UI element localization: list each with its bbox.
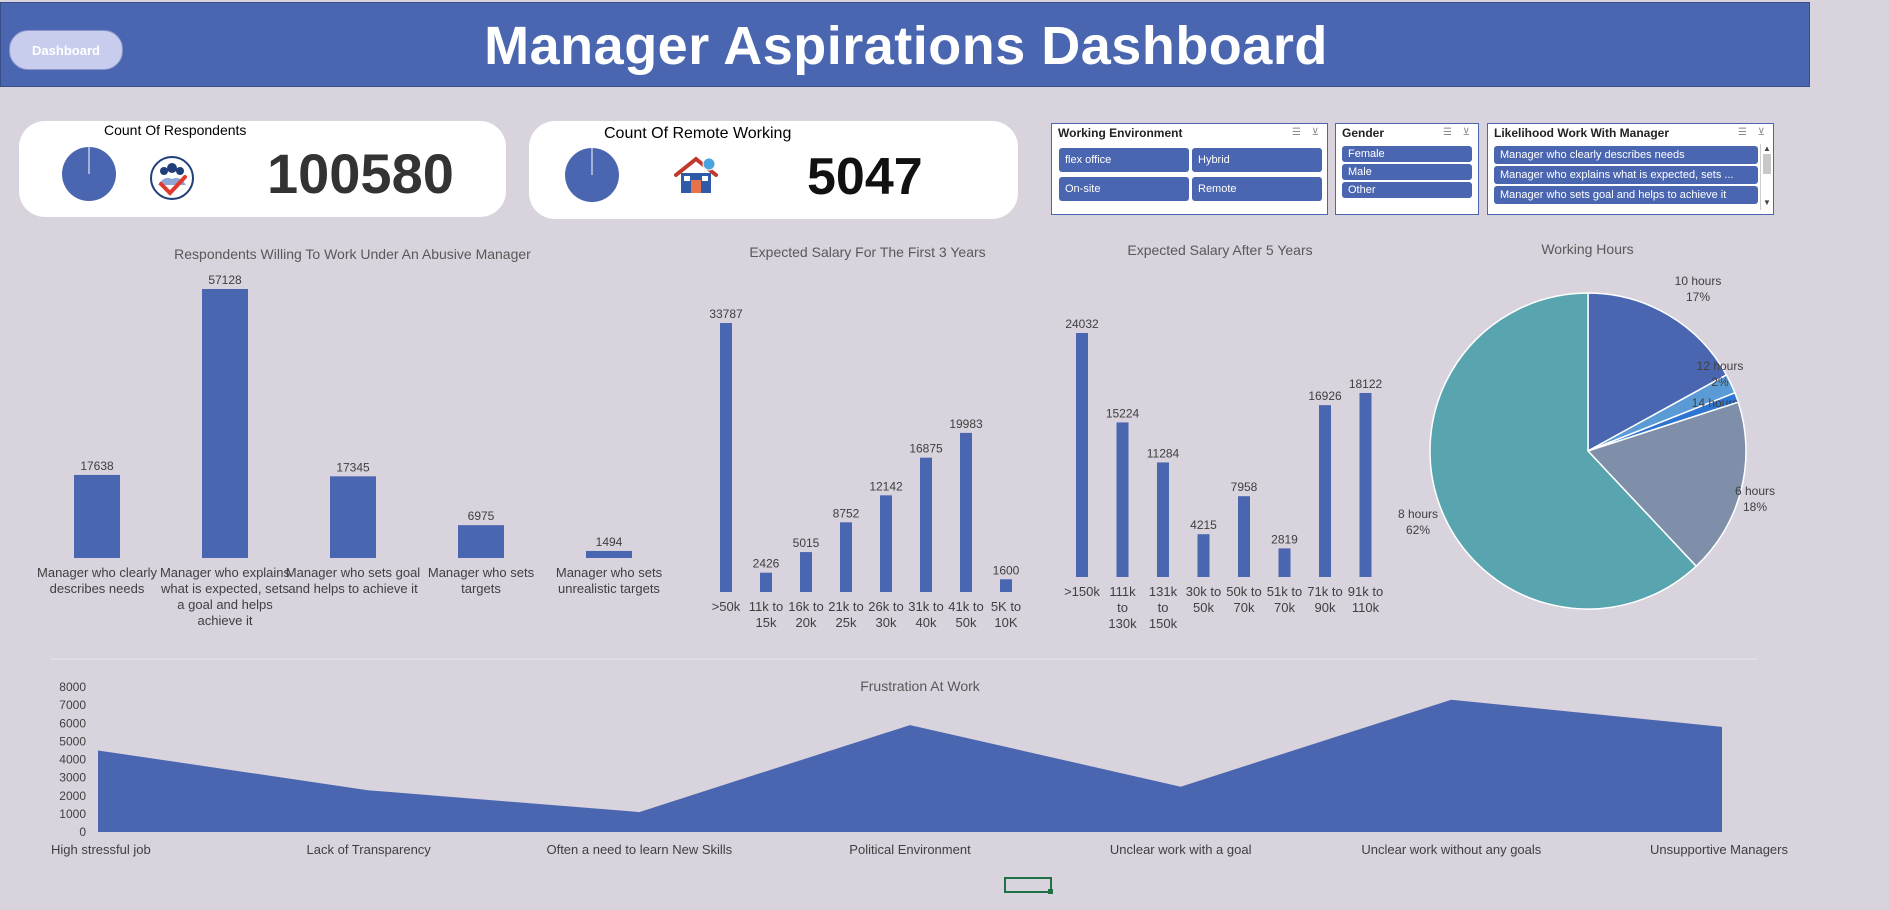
bar	[920, 457, 932, 592]
data-label: 2426	[753, 557, 780, 571]
category-label: 50k to 70k	[1226, 584, 1261, 615]
data-label: 17345	[336, 460, 370, 474]
bar-chart-salary-3-years: 33787 >50k 2426 11k to 15k 5015 16k to 20k 8752 2…	[709, 307, 1021, 630]
category-label: 16k to 20k	[788, 599, 823, 630]
category-label: 31k to 40k	[908, 599, 943, 630]
category-label: 26k to 30k	[868, 599, 903, 630]
data-label: 5015	[793, 536, 820, 550]
category-label: >50k	[712, 599, 741, 614]
category-label: 21k to 25k	[828, 599, 863, 630]
bar	[1000, 579, 1012, 592]
excel-selected-cell[interactable]	[1004, 877, 1052, 893]
x-category-label: High stressful job	[51, 842, 151, 857]
data-label: 15224	[1106, 406, 1140, 420]
data-label: 16875	[909, 442, 943, 456]
bar	[586, 550, 632, 558]
y-tick-label: 0	[79, 825, 86, 839]
category-label: Manager who explains what is expected, se…	[160, 565, 291, 628]
bar	[840, 522, 852, 592]
bar	[760, 572, 772, 592]
bar	[1116, 422, 1129, 577]
data-label: 18122	[1349, 377, 1383, 391]
bar	[800, 552, 812, 592]
bar	[1197, 534, 1210, 577]
bar-chart-salary-5-years: 24032 >150k 15224 111k to 130k 11284 131k to 150k…	[1064, 317, 1383, 631]
data-label: 4215	[1190, 518, 1217, 532]
category-label: 71k to 90k	[1307, 584, 1342, 615]
x-category-label: Unclear work with a goal	[1110, 842, 1252, 857]
bar	[1319, 405, 1331, 577]
x-category-label: Unsupportive Managers	[1650, 842, 1789, 857]
bar	[1238, 496, 1250, 577]
charts-canvas: 17638 Manager who clearly describes needs 5…	[37, 273, 1788, 857]
bar	[458, 525, 504, 558]
y-tick-label: 1000	[59, 807, 86, 821]
bar	[1157, 462, 1169, 577]
category-label: >150k	[1064, 584, 1100, 599]
data-label: 1600	[993, 563, 1020, 577]
data-label: 12142	[869, 479, 903, 493]
area-chart-frustration: 0 1000 2000 3000 4000 5000 6000 7000 8000 High st…	[51, 680, 1788, 857]
category-label: 41k to 50k	[948, 599, 983, 630]
y-tick-label: 2000	[59, 789, 86, 803]
category-label: Manager who sets targets	[428, 565, 535, 596]
x-category-label: Unclear work without any goals	[1361, 842, 1541, 857]
category-label: 131k to 150k	[1149, 584, 1178, 631]
pie-label: 6 hours 18%	[1735, 484, 1775, 514]
category-label: 111k to 130k	[1108, 584, 1137, 631]
data-label: 17638	[80, 459, 114, 473]
x-category-label: Lack of Transparency	[307, 842, 432, 857]
data-label: 57128	[208, 273, 242, 287]
pie-label: 8 hours 62%	[1398, 507, 1438, 537]
x-category-label: Often a need to learn New Skills	[546, 842, 732, 857]
data-label: 8752	[833, 506, 860, 520]
bar	[960, 432, 972, 592]
data-label: 19983	[949, 417, 983, 431]
data-label: 24032	[1065, 317, 1099, 331]
category-label: 30k to 50k	[1186, 584, 1221, 615]
data-label: 11284	[1147, 446, 1180, 460]
data-label: 33787	[709, 307, 743, 321]
y-tick-label: 8000	[59, 680, 86, 694]
category-label: Manager who sets goal and helps to achiev…	[286, 565, 421, 596]
data-label: 7958	[1231, 480, 1258, 494]
data-label: 1494	[596, 535, 623, 549]
excel-fill-handle[interactable]	[1048, 889, 1053, 894]
bar-chart-abusive-manager: 17638 Manager who clearly describes needs 5…	[37, 273, 663, 628]
bar	[1076, 333, 1088, 577]
y-tick-label: 6000	[59, 716, 86, 730]
y-tick-label: 5000	[59, 734, 86, 748]
bar	[1278, 548, 1291, 577]
data-label: 16926	[1308, 389, 1342, 403]
category-label: 5K to 10K	[991, 599, 1021, 630]
data-label: 6975	[468, 509, 495, 523]
category-label: Manager who clearly describes needs	[37, 565, 157, 596]
x-category-label: Political Environment	[849, 842, 971, 857]
category-label: 11k to 15k	[749, 599, 783, 630]
category-label: 51k to 70k	[1267, 584, 1302, 615]
bar	[202, 289, 248, 558]
pie-chart-working-hours: 10 hours17%12 hours2%14 hours1%6 hours18…	[1398, 274, 1775, 610]
area-series	[98, 699, 1722, 832]
category-label: 91k to 110k	[1348, 584, 1383, 615]
bar	[74, 474, 120, 558]
bar	[720, 323, 732, 592]
y-tick-label: 4000	[59, 753, 86, 767]
bar	[330, 476, 376, 558]
pie-label: 10 hours 17%	[1675, 274, 1722, 304]
data-label: 2819	[1271, 532, 1298, 546]
bar	[1359, 393, 1372, 577]
category-label: Manager who sets unrealistic targets	[556, 565, 663, 596]
y-tick-label: 3000	[59, 771, 86, 785]
bar	[880, 495, 892, 592]
y-tick-label: 7000	[59, 698, 86, 712]
